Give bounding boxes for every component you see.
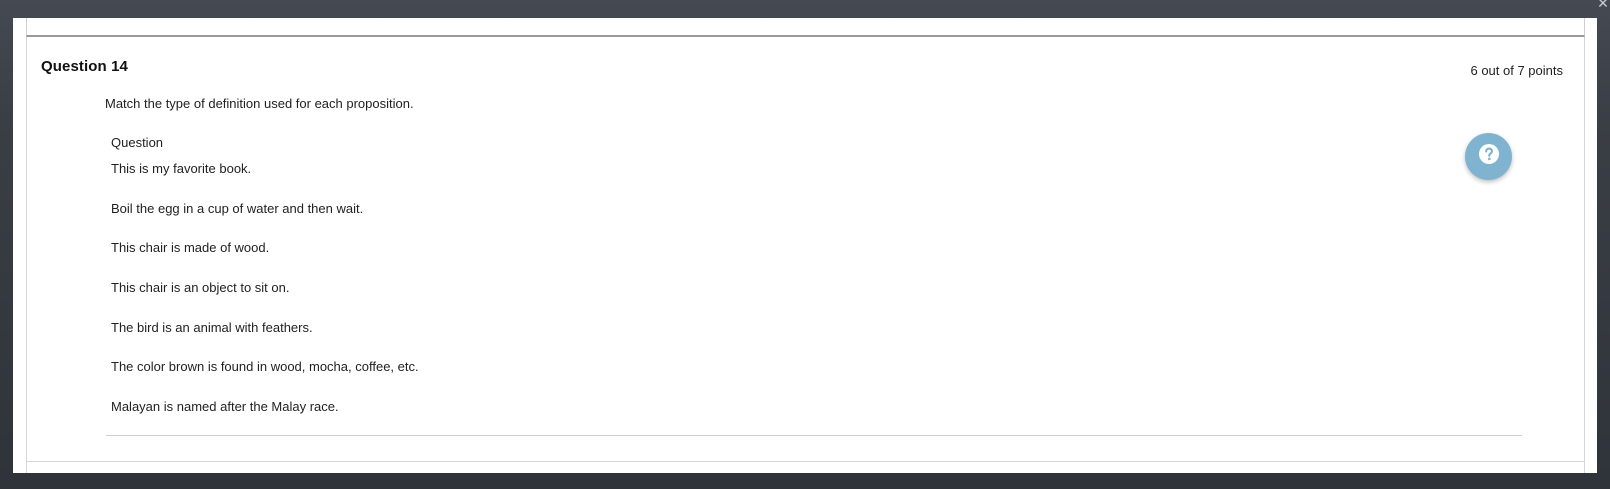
divider bbox=[106, 435, 1522, 436]
question-circle-icon bbox=[1478, 143, 1500, 170]
question-prompt: Match the type of definition used for ea… bbox=[105, 96, 414, 111]
proposition-item: This chair is made of wood. bbox=[111, 240, 270, 256]
proposition-item: This chair is an object to sit on. bbox=[111, 280, 290, 296]
previous-question-card bbox=[26, 18, 1585, 37]
question-title: Question 14 bbox=[41, 58, 128, 75]
question-score: 6 out of 7 points bbox=[1470, 63, 1563, 78]
card-bottom-border bbox=[26, 461, 1585, 462]
proposition-item: The bird is an animal with feathers. bbox=[111, 319, 313, 335]
proposition-list: This is my favorite book. Boil the egg i… bbox=[111, 161, 419, 439]
question-column-header: Question bbox=[111, 135, 164, 150]
close-icon[interactable]: ✕ bbox=[1596, 0, 1610, 10]
proposition-item: This is my favorite book. bbox=[111, 161, 252, 176]
review-panel: Question 14 6 out of 7 points Match the … bbox=[13, 18, 1597, 473]
proposition-item: The color brown is found in wood, mocha,… bbox=[111, 359, 419, 375]
help-button[interactable] bbox=[1465, 133, 1512, 180]
proposition-item: Malayan is named after the Malay race. bbox=[111, 399, 339, 415]
proposition-item: Boil the egg in a cup of water and then … bbox=[111, 200, 364, 216]
